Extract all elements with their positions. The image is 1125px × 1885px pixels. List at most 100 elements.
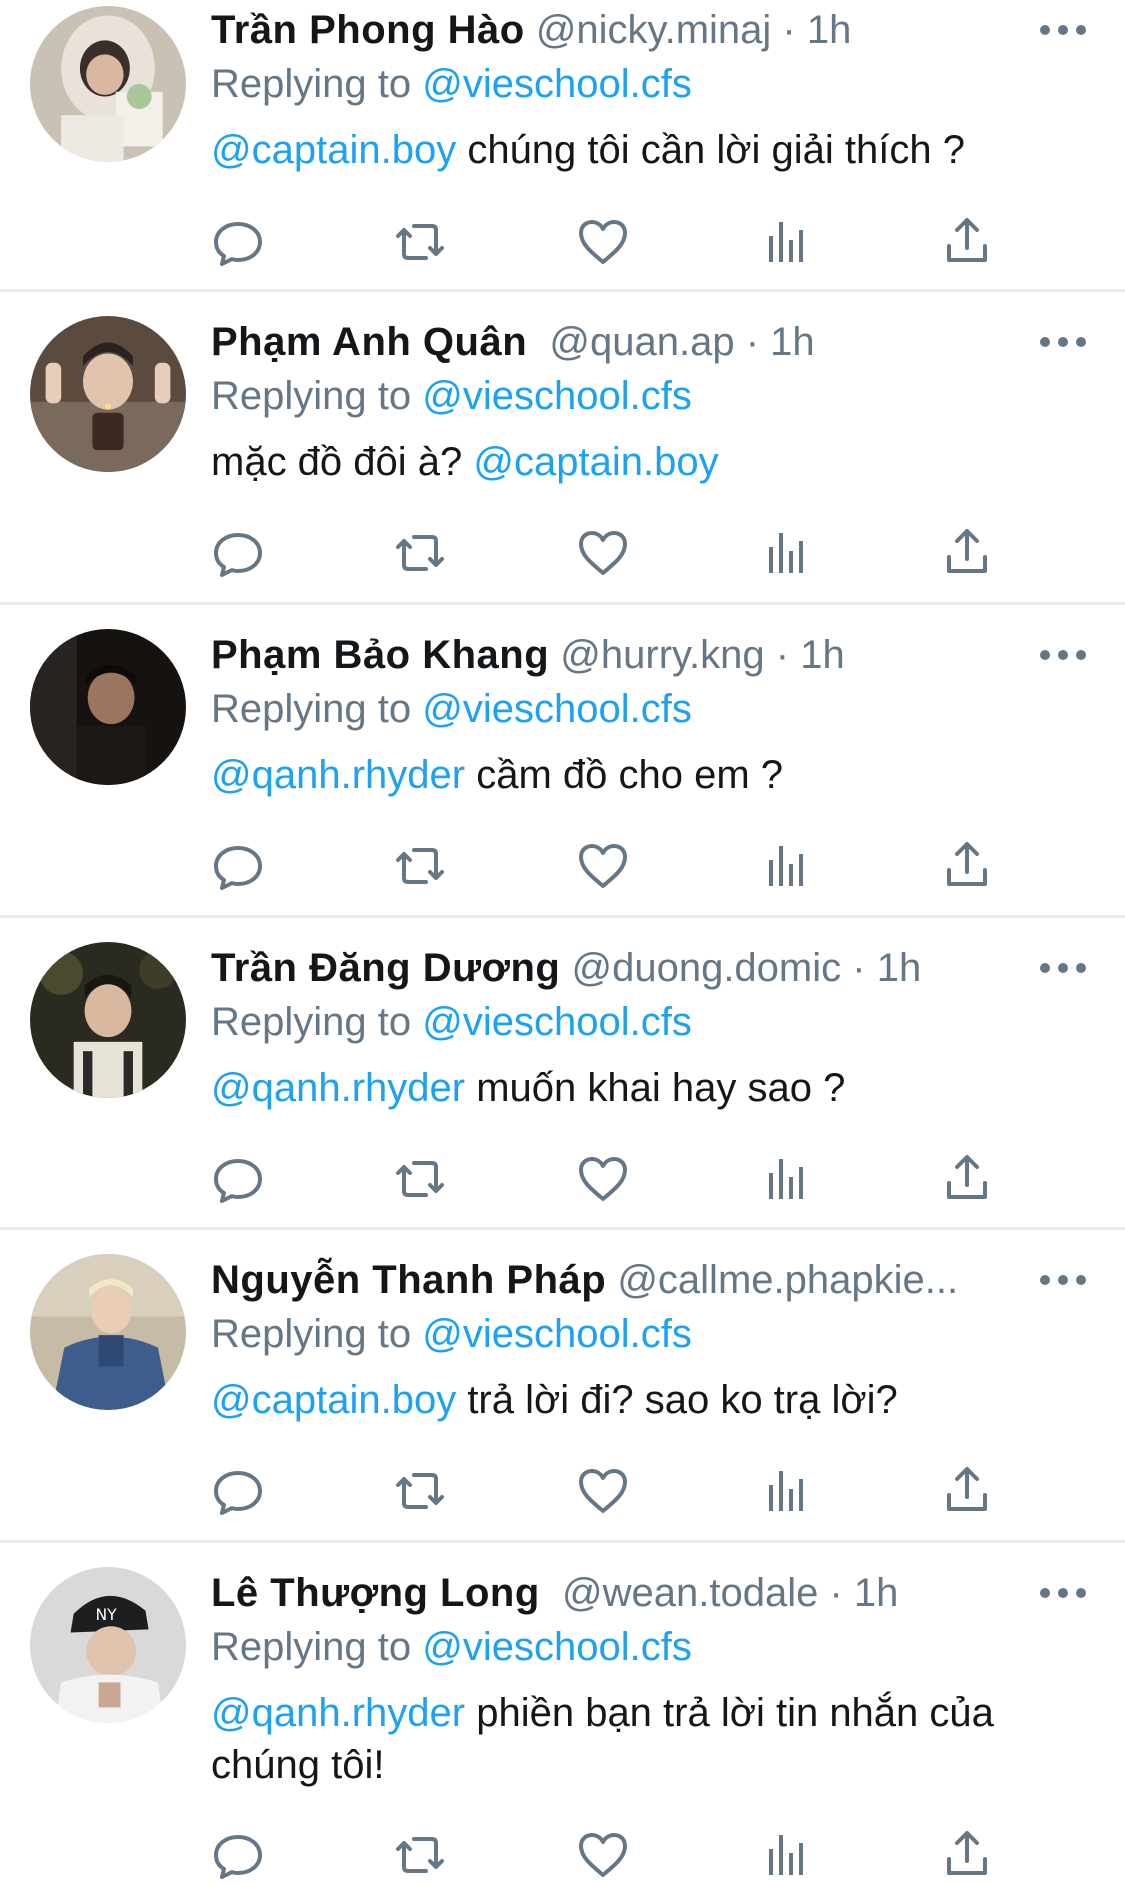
display-name[interactable]: Phạm Bảo Khang (211, 633, 549, 677)
timestamp[interactable]: 1h (807, 8, 852, 52)
user-handle[interactable]: @duong.domic (571, 946, 841, 990)
share-icon[interactable] (937, 523, 997, 583)
separator: · (775, 633, 790, 677)
avatar[interactable] (30, 1254, 186, 1410)
avatar[interactable] (30, 942, 186, 1098)
reply-icon[interactable] (208, 523, 268, 583)
display-name[interactable]: Trần Phong Hào (211, 8, 525, 52)
like-icon[interactable] (573, 1825, 633, 1885)
mention-link[interactable]: @qanh.rhyder (211, 1066, 465, 1110)
user-handle[interactable]: @quan.ap (549, 320, 734, 364)
user-handle[interactable]: @callme.phapkie... (617, 1258, 958, 1302)
mention-link[interactable]: @qanh.rhyder (211, 753, 465, 797)
mention-link[interactable]: @qanh.rhyder (211, 1691, 465, 1735)
replying-prefix: Replying to (211, 1312, 412, 1356)
retweet-icon[interactable] (390, 836, 450, 896)
tweet[interactable]: Trần Đăng Dương @duong.domic · 1h Replyi… (0, 918, 1125, 1230)
replying-prefix: Replying to (211, 687, 412, 731)
like-icon[interactable] (573, 212, 633, 272)
more-options-icon[interactable] (1035, 637, 1091, 673)
retweet-icon[interactable] (390, 212, 450, 272)
retweet-icon[interactable] (390, 1825, 450, 1885)
replying-to-link[interactable]: @vieschool.cfs (422, 687, 692, 731)
display-name[interactable]: Nguyễn Thanh Pháp (211, 1258, 606, 1302)
tweet[interactable]: Phạm Anh Quân @quan.ap · 1h Replying to … (0, 292, 1125, 605)
display-name[interactable]: Trần Đăng Dương (211, 946, 560, 990)
like-icon[interactable] (573, 1149, 633, 1209)
avatar[interactable]: NY (30, 1567, 186, 1723)
share-icon[interactable] (937, 212, 997, 272)
tweet-header: Phạm Anh Quân @quan.ap · 1h (211, 314, 1001, 370)
replying-to-link[interactable]: @vieschool.cfs (422, 374, 692, 418)
reply-icon[interactable] (208, 212, 268, 272)
separator: · (852, 946, 866, 990)
share-icon[interactable] (937, 1461, 997, 1521)
analytics-icon[interactable] (755, 1825, 815, 1885)
reply-icon[interactable] (208, 1461, 268, 1521)
more-options-icon[interactable] (1035, 950, 1091, 986)
separator: · (782, 8, 796, 52)
display-name[interactable]: Phạm Anh Quân (211, 320, 527, 364)
tweet[interactable]: Phạm Bảo Khang @hurry.kng · 1h Replying … (0, 605, 1125, 918)
reply-icon[interactable] (208, 1825, 268, 1885)
replying-to: Replying to @vieschool.cfs (211, 370, 1091, 422)
user-handle[interactable]: @hurry.kng (560, 633, 764, 677)
separator: · (745, 320, 760, 364)
tweet-text: mặc đồ đôi à? @captain.boy (211, 436, 1091, 488)
more-options-icon[interactable] (1035, 12, 1091, 48)
reply-icon[interactable] (208, 1149, 268, 1209)
replying-prefix: Replying to (211, 62, 412, 106)
replying-to-link[interactable]: @vieschool.cfs (422, 1312, 692, 1356)
tweet-body: muốn khai hay sao ? (465, 1066, 846, 1110)
action-bar (200, 836, 1000, 896)
more-options-icon[interactable] (1035, 324, 1091, 360)
analytics-icon[interactable] (755, 1149, 815, 1209)
tweet-header: Phạm Bảo Khang @hurry.kng · 1h (211, 627, 1001, 683)
share-icon[interactable] (937, 1149, 997, 1209)
avatar[interactable] (30, 629, 186, 785)
tweet-text: @qanh.rhyder muốn khai hay sao ? (211, 1062, 1091, 1114)
mention-link[interactable]: @captain.boy (211, 128, 456, 172)
analytics-icon[interactable] (755, 523, 815, 583)
reply-icon[interactable] (208, 836, 268, 896)
mention-link[interactable]: @captain.boy (473, 440, 718, 484)
replying-to-link[interactable]: @vieschool.cfs (422, 1625, 692, 1669)
tweet[interactable]: Nguyễn Thanh Pháp @callme.phapkie... Rep… (0, 1230, 1125, 1543)
tweet-body: cầm đồ cho em ? (465, 753, 784, 797)
retweet-icon[interactable] (390, 1149, 450, 1209)
share-icon[interactable] (937, 836, 997, 896)
avatar[interactable] (30, 316, 186, 472)
replying-to-link[interactable]: @vieschool.cfs (422, 1000, 692, 1044)
timestamp[interactable]: 1h (877, 946, 922, 990)
tweet-body: trả lời đi? sao ko trạ lời? (456, 1378, 898, 1422)
user-handle[interactable]: @wean.todale (562, 1571, 818, 1615)
tweet-text: @captain.boy trả lời đi? sao ko trạ lời? (211, 1374, 1091, 1426)
tweet[interactable]: NY Lê Thượng Long @wean.todale · 1h Repl… (0, 1543, 1125, 1879)
tweet-header: Nguyễn Thanh Pháp @callme.phapkie... (211, 1252, 1001, 1308)
display-name[interactable]: Lê Thượng Long (211, 1571, 540, 1615)
tweet[interactable]: Trần Phong Hào @nicky.minaj · 1h Replyin… (0, 0, 1125, 292)
mention-link[interactable]: @captain.boy (211, 1378, 456, 1422)
tweet-header: Trần Phong Hào @nicky.minaj · 1h (211, 2, 1001, 58)
like-icon[interactable] (573, 1461, 633, 1521)
analytics-icon[interactable] (755, 1461, 815, 1521)
tweet-body: chúng tôi cần lời giải thích ? (456, 128, 965, 172)
more-options-icon[interactable] (1035, 1575, 1091, 1611)
replying-to-link[interactable]: @vieschool.cfs (422, 62, 692, 106)
user-handle[interactable]: @nicky.minaj (536, 8, 771, 52)
share-icon[interactable] (937, 1825, 997, 1885)
action-bar (200, 1461, 1000, 1521)
analytics-icon[interactable] (755, 212, 815, 272)
retweet-icon[interactable] (390, 1461, 450, 1521)
tweet-text: @qanh.rhyder cầm đồ cho em ? (211, 749, 1091, 801)
tweet-text: @captain.boy chúng tôi cần lời giải thíc… (211, 124, 1091, 176)
analytics-icon[interactable] (755, 836, 815, 896)
retweet-icon[interactable] (390, 523, 450, 583)
like-icon[interactable] (573, 523, 633, 583)
timestamp[interactable]: 1h (854, 1571, 899, 1615)
avatar[interactable] (30, 6, 186, 162)
timestamp[interactable]: 1h (770, 320, 815, 364)
like-icon[interactable] (573, 836, 633, 896)
more-options-icon[interactable] (1035, 1262, 1091, 1298)
timestamp[interactable]: 1h (800, 633, 845, 677)
